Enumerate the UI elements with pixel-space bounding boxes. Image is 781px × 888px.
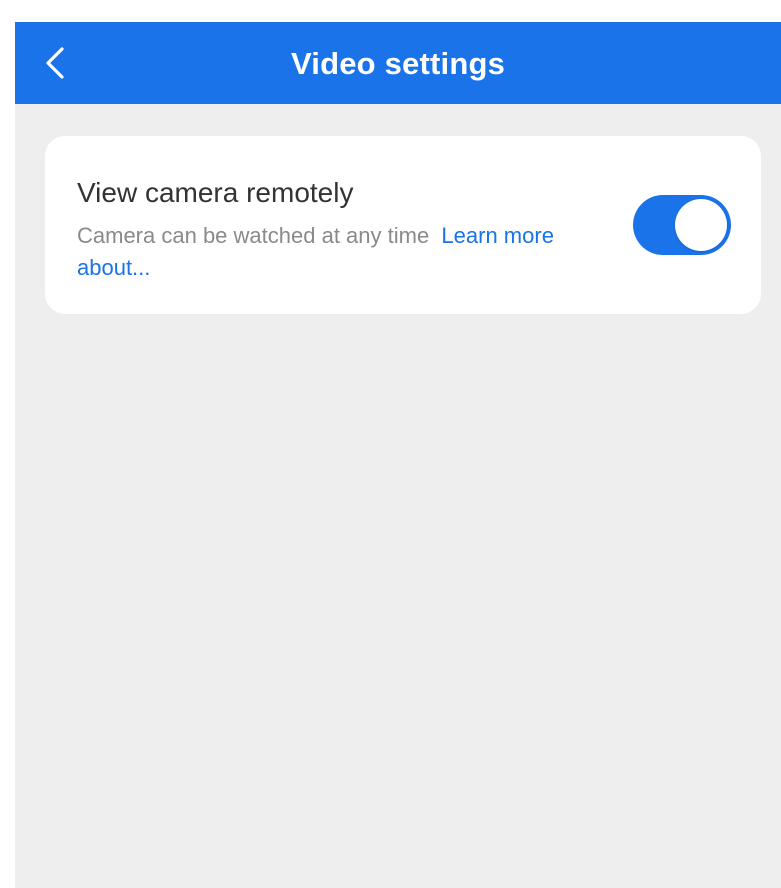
- remote-view-card: View camera remotely Camera can be watch…: [45, 136, 761, 314]
- page-title: Video settings: [290, 45, 506, 81]
- chevron-left-icon: [42, 45, 70, 81]
- remote-view-description: Camera can be watched at any time Learn …: [77, 220, 577, 284]
- toggle-knob: [675, 199, 727, 251]
- remote-view-description-text: Camera can be watched at any time: [77, 223, 430, 248]
- header-bar: Video settings: [15, 22, 781, 104]
- video-settings-screen: Video settings View camera remotely Came…: [15, 22, 781, 888]
- remote-view-title: View camera remotely: [77, 177, 354, 208]
- remote-view-toggle[interactable]: [633, 195, 731, 255]
- back-button[interactable]: [31, 38, 81, 88]
